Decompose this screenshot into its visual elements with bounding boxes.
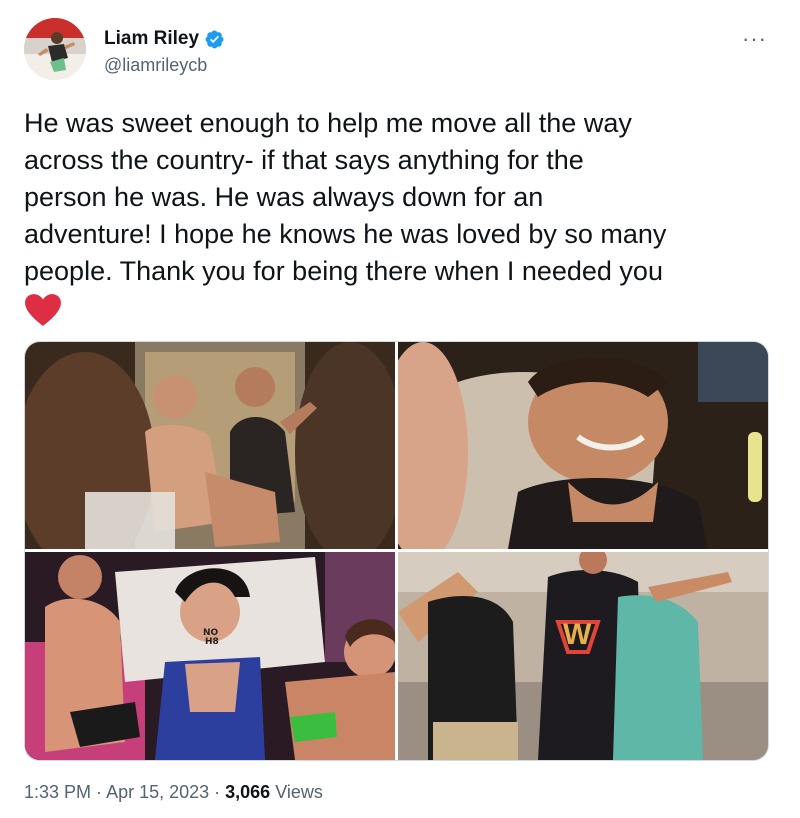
author-name-row: Liam Riley <box>104 28 225 50</box>
tweet-text: He was sweet enough to help me move all … <box>24 105 774 327</box>
meta-separator: · <box>209 782 226 802</box>
avatar[interactable] <box>24 18 86 80</box>
author-display-name[interactable]: Liam Riley <box>104 28 199 50</box>
svg-text:NO H8: NO H8 <box>203 628 221 647</box>
photo-3[interactable]: NO H8 <box>25 552 395 760</box>
photo-2[interactable] <box>398 342 768 549</box>
sticker-text-line-2: H8 <box>205 637 219 647</box>
red-heart-icon <box>24 293 62 327</box>
shirt-text: W <box>563 618 592 651</box>
media-grid: NO H8 W <box>24 341 769 761</box>
verified-badge-icon <box>204 29 225 50</box>
author-handle[interactable]: @liamrileycb <box>104 55 207 76</box>
photo-1[interactable] <box>25 342 395 549</box>
tweet-body: He was sweet enough to help me move all … <box>24 108 667 286</box>
photo-4[interactable]: W <box>398 552 768 760</box>
views-label: Views <box>270 782 323 802</box>
views-count: 3,066 <box>225 782 271 802</box>
tweet-meta: 1:33 PM · Apr 15, 2023 · 3,066 Views <box>24 782 323 803</box>
tweet-card: Liam Riley @liamrileycb ··· He was sweet… <box>0 0 790 818</box>
tweet-date[interactable]: Apr 15, 2023 <box>106 782 209 802</box>
more-options-icon[interactable]: ··· <box>742 26 767 52</box>
tweet-time[interactable]: 1:33 PM <box>24 782 91 802</box>
meta-separator: · <box>91 782 107 802</box>
